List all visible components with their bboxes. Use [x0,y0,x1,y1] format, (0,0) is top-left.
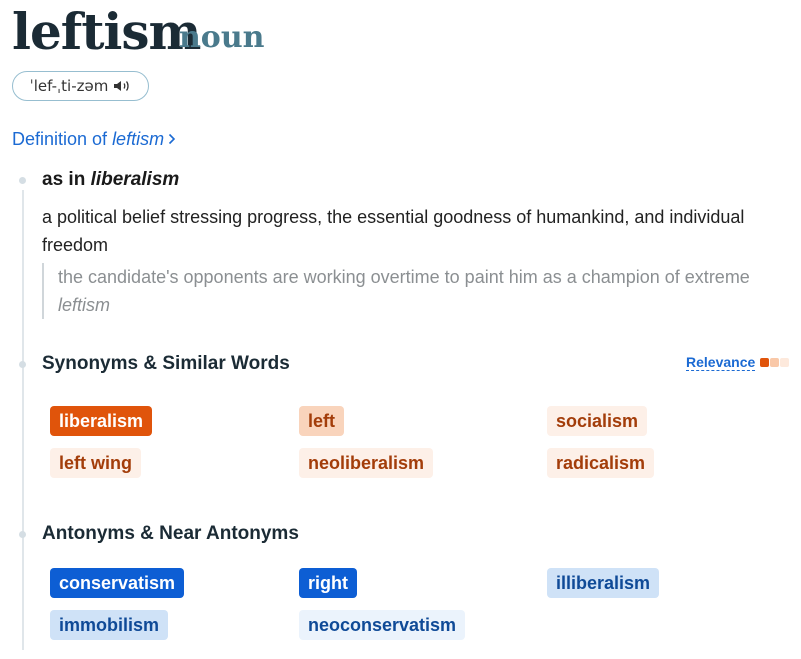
antonym-chip[interactable]: illiberalism [547,568,660,598]
sense-definition: a political belief stressing progress, t… [42,207,745,255]
relevance-swatch [770,358,780,367]
definition-link-word: leftism [112,129,165,149]
example-highlight: leftism [58,295,111,315]
synonym-chip[interactable]: socialism [547,406,648,436]
timeline-dot-antonyms [19,531,26,538]
synonym-chip[interactable]: liberalism [50,406,153,436]
antonym-chip[interactable]: conservatism [50,568,185,598]
speaker-icon [113,79,131,93]
relevance-swatch [760,358,770,367]
definition-link[interactable]: Definition of leftism [12,129,176,150]
sense-word: liberalism [90,169,180,190]
antonyms-title: Antonyms & Near Antonyms [42,523,299,544]
part-of-speech: noun [179,20,265,55]
antonym-chip[interactable]: right [299,568,357,598]
sense-prefix: as in [42,169,91,190]
synonyms-title: Synonyms & Similar Words [42,353,290,374]
relevance-label[interactable]: Relevance [686,354,756,371]
synonym-chip[interactable]: radicalism [547,448,655,478]
chevron-right-icon [168,129,176,149]
timeline-dot-synonyms [19,361,26,368]
synonym-chip[interactable]: neoliberalism [299,448,434,478]
definition-link-prefix: Definition of [12,129,113,149]
synonym-chip[interactable]: left wing [50,448,141,478]
sense-timeline [22,190,24,650]
timeline-dot-sense [19,177,26,184]
headword: leftism [12,2,201,61]
relevance-scale-icon [760,358,790,367]
example-text: the candidate's opponents are working ov… [58,267,750,287]
relevance-swatch [780,358,790,367]
sense-heading: as in liberalism [42,169,179,191]
antonym-chip[interactable]: neoconservatism [299,610,466,640]
synonym-chip[interactable]: left [299,406,344,436]
usage-example: the candidate's opponents are working ov… [42,263,772,319]
relevance-sort[interactable]: Relevance [686,354,790,371]
pronunciation-button[interactable]: ˈlef-ˌti-zəm [12,71,149,101]
pronunciation-text: ˈlef-ˌti-zəm [29,77,109,95]
antonym-chip[interactable]: immobilism [50,610,169,640]
